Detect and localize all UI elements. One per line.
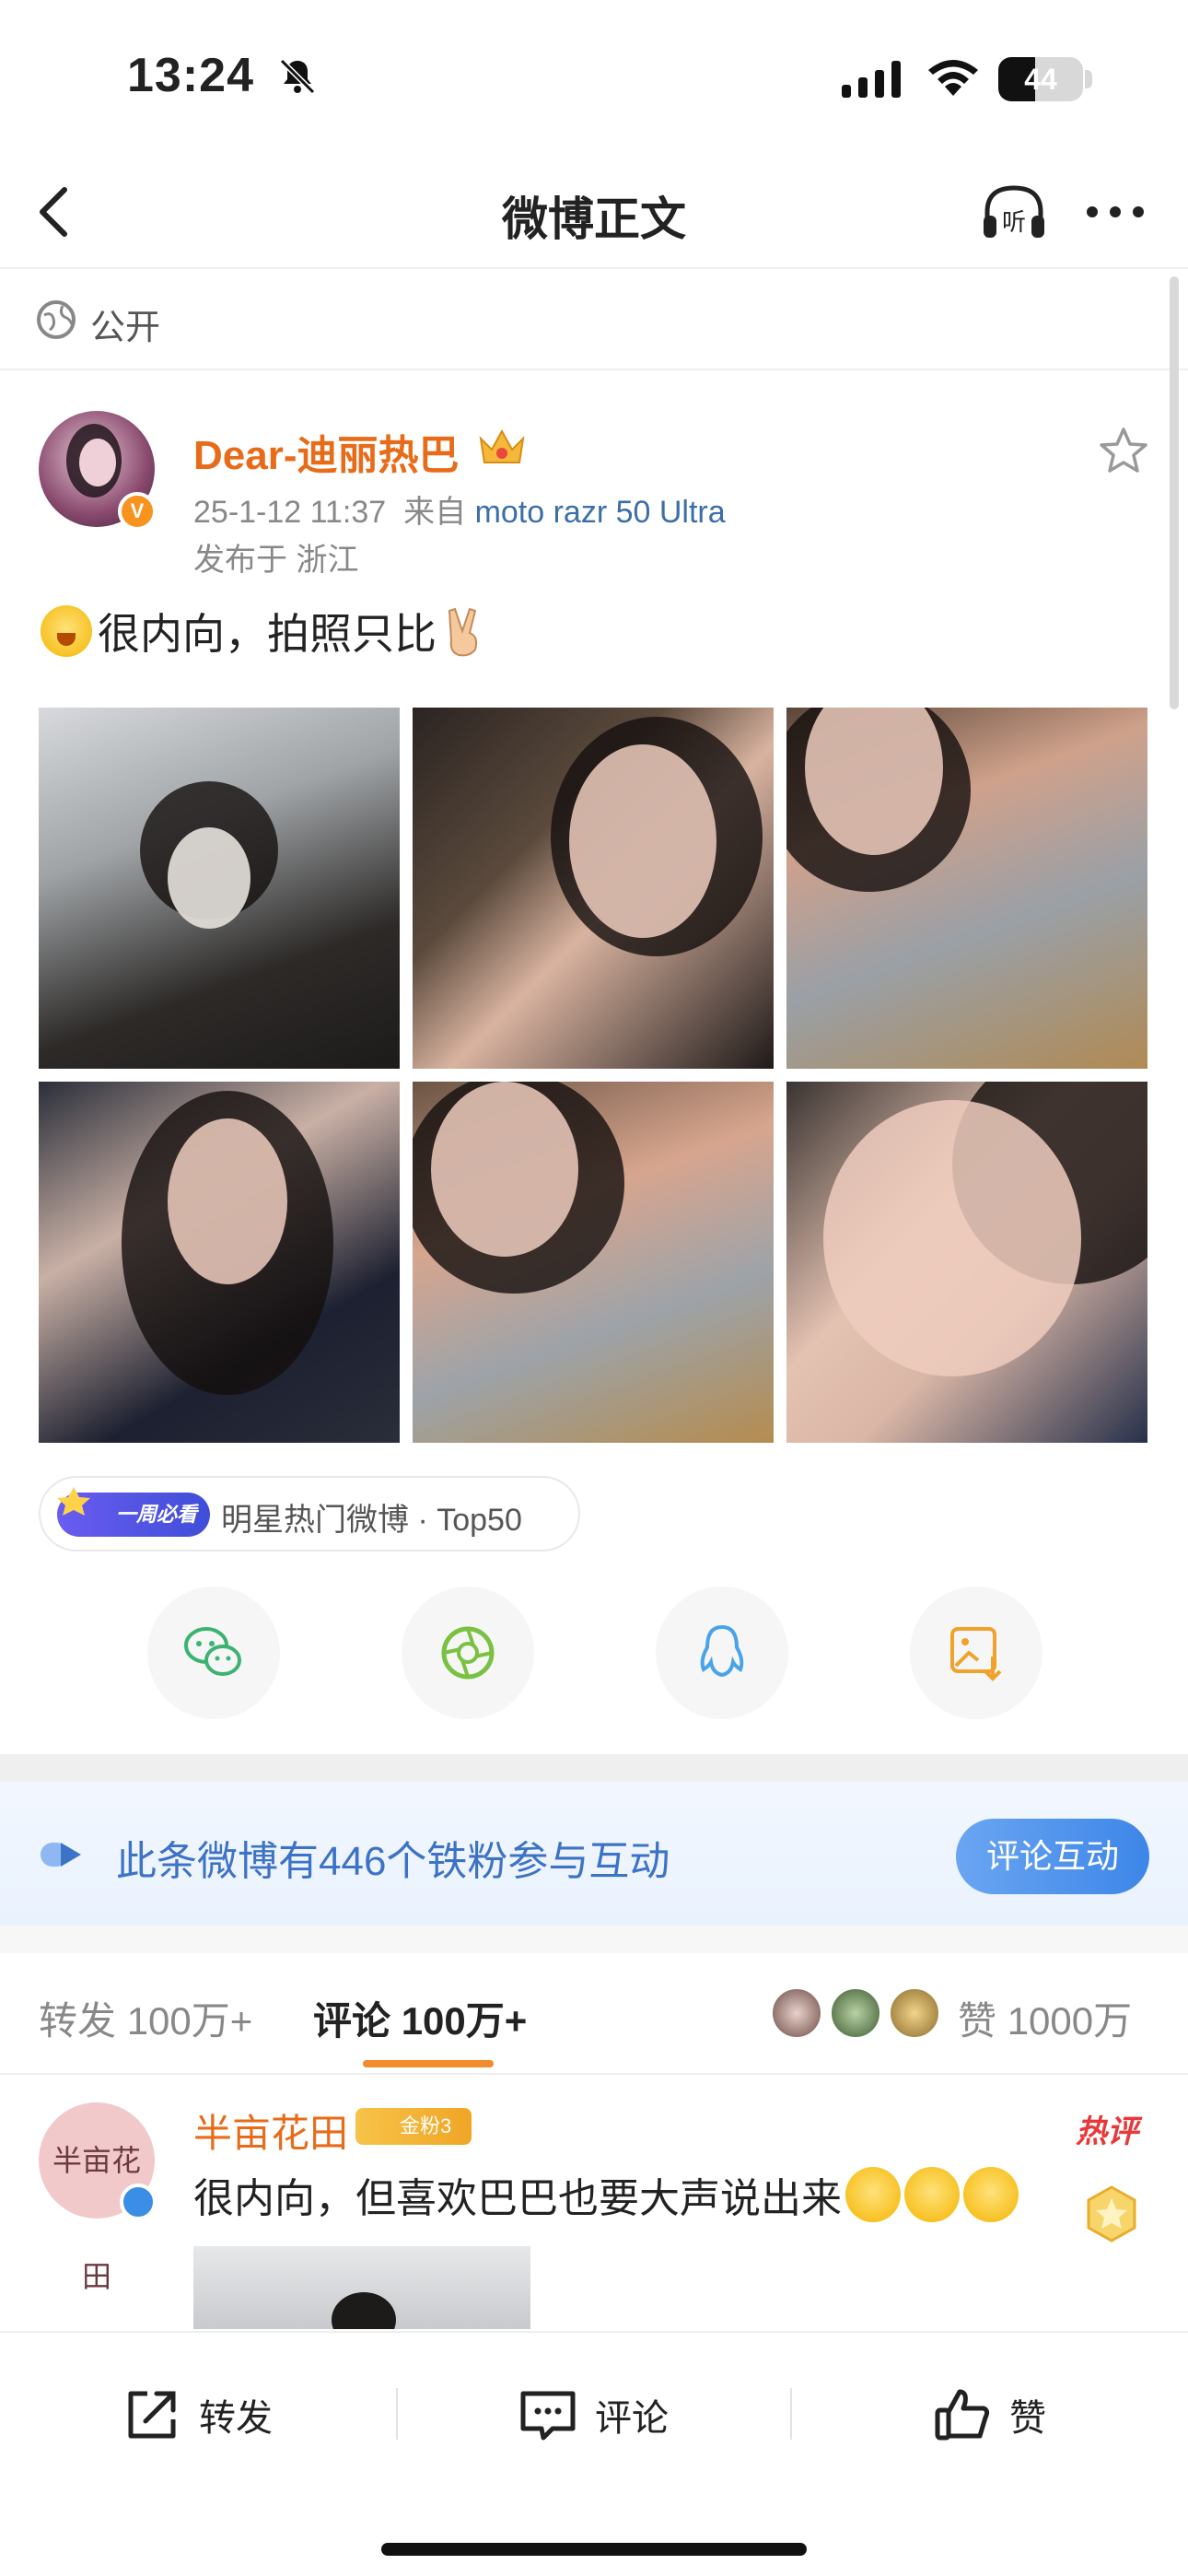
hot-ranking-pill[interactable]: 一周必看 明星热门微博 · Top50 — [39, 1476, 580, 1551]
divider — [790, 2388, 792, 2440]
engagement-tabs: 转发 100万+ 评论 100万+ 赞 1000万 — [0, 1953, 1188, 2075]
excited-face-emoji-icon — [845, 2167, 901, 2222]
verified-badge: V — [118, 492, 157, 531]
section-divider — [0, 1754, 1188, 1782]
listen-headphones-icon[interactable]: 听 — [978, 177, 1050, 247]
comment-icon — [520, 2391, 576, 2441]
liker-avatar — [829, 1986, 882, 2040]
liker-avatar — [770, 1986, 823, 2040]
section-divider-2 — [0, 1926, 1188, 1953]
wifi-icon — [928, 60, 978, 96]
hot-ranking-text: 明星热门微博 · Top50 — [221, 1503, 522, 1538]
tab-repost[interactable]: 转发 100万+ — [39, 1990, 252, 2046]
divider — [396, 2388, 398, 2440]
save-image-button[interactable] — [910, 1587, 1042, 1719]
hot-comment-tag: 热评 — [1076, 2114, 1138, 2149]
share-moments-button[interactable] — [402, 1587, 534, 1719]
repost-button[interactable]: 转发 — [120, 2381, 273, 2449]
more-options-icon[interactable] — [1083, 190, 1147, 234]
tab-repost-count: 100万+ — [126, 1999, 253, 2043]
svg-text:听: 听 — [1002, 209, 1026, 237]
commenter-verified-badge — [120, 2184, 157, 2220]
victory-hand-emoji-icon — [448, 607, 478, 657]
status-time: 13:24 — [127, 49, 254, 102]
like-label: 赞 — [1009, 2398, 1046, 2439]
repost-label: 转发 — [199, 2398, 273, 2439]
battery-percentage: 44 — [1024, 63, 1057, 96]
comment-image[interactable] — [193, 2246, 530, 2329]
globe-icon — [37, 300, 76, 339]
status-bar: 13:24 44 — [0, 0, 1188, 157]
privacy-row: 公开 — [0, 271, 1188, 370]
post-text: 很内向，拍照只比 — [41, 601, 488, 662]
post-image-2[interactable] — [413, 708, 774, 1069]
post-image-4[interactable] — [39, 1082, 400, 1443]
cellular-signal-icon — [842, 61, 901, 98]
post-image-1[interactable] — [39, 708, 400, 1069]
comment-interact-button[interactable]: 评论互动 — [956, 1819, 1149, 1894]
tab-comment-label: 评论 — [313, 1999, 391, 2043]
repost-icon — [128, 2391, 176, 2439]
privacy-label: 公开 — [90, 309, 161, 347]
active-tab-indicator — [363, 2060, 494, 2067]
tab-comment-count: 100万+ — [401, 1999, 528, 2043]
qq-icon — [700, 1624, 744, 1678]
excited-face-emoji-icon — [963, 2167, 1019, 2222]
author-name[interactable]: Dear-迪丽热巴 — [193, 422, 460, 481]
wechat-icon — [184, 1627, 241, 1676]
shy-face-emoji-icon — [41, 605, 92, 657]
battery-indicator: 44 — [998, 57, 1083, 101]
tab-like[interactable]: 赞 1000万 — [958, 1990, 1132, 2046]
bottom-action-bar: 转发 评论 赞 — [0, 2331, 1188, 2576]
like-button[interactable]: 赞 — [930, 2381, 1046, 2449]
crown-icon — [479, 428, 525, 463]
comment-button[interactable]: 评论 — [516, 2381, 669, 2449]
liker-avatars[interactable] — [770, 1986, 941, 2042]
battery-tip — [1085, 70, 1092, 88]
post-body: 很内向，拍照只比 — [98, 610, 437, 658]
post-meta: 25-1-12 11:37 来自 moto razr 50 Ultra — [193, 486, 726, 532]
medal-icon — [1087, 2185, 1136, 2242]
source-prefix: 来自 — [403, 495, 467, 530]
post-time: 25-1-12 11:37 — [193, 495, 387, 530]
save-image-icon — [950, 1627, 1002, 1681]
thumbs-up-icon — [935, 2389, 990, 2441]
share-qq-button[interactable] — [656, 1587, 788, 1719]
post-location: 发布于 浙江 — [193, 543, 359, 578]
tab-comment[interactable]: 评论 100万+ — [313, 1990, 527, 2046]
home-indicator[interactable] — [381, 2543, 807, 2556]
excited-face-emoji-icon — [904, 2167, 960, 2222]
device-link[interactable]: moto razr 50 Ultra — [475, 495, 726, 530]
nav-bar: 微博正文 听 — [0, 157, 1188, 269]
tab-like-label: 赞 — [958, 1999, 997, 2043]
iron-fans-text: 此条微博有446个铁粉参与互动 — [116, 1839, 670, 1884]
iron-fans-banner[interactable]: 此条微博有446个铁粉参与互动 评论互动 — [0, 1782, 1188, 1926]
comment-text: 很内向，但喜欢巴巴也要大声说出来 — [193, 2165, 1019, 2224]
bell-muted-icon — [279, 58, 316, 95]
liker-avatar — [888, 1986, 941, 2040]
interaction-icon — [41, 1843, 81, 1867]
scrollbar[interactable] — [1170, 276, 1179, 709]
comment-label: 评论 — [595, 2398, 669, 2439]
commenter-name[interactable]: 半亩花田 — [193, 2102, 348, 2159]
post-image-3[interactable] — [786, 708, 1147, 1069]
post-image-5[interactable] — [413, 1082, 774, 1443]
tab-repost-label: 转发 — [39, 1999, 117, 2043]
favorite-star-icon[interactable] — [1096, 424, 1151, 479]
tab-like-count: 1000万 — [1007, 1999, 1133, 2043]
fan-level-badge: 金粉3 — [355, 2108, 472, 2145]
share-wechat-button[interactable] — [147, 1587, 280, 1719]
sparkle-star-icon — [57, 1487, 90, 1516]
moments-icon — [441, 1626, 495, 1680]
image-grid — [39, 708, 1147, 1443]
comment-body: 很内向，但喜欢巴巴也要大声说出来 — [193, 2176, 842, 2221]
post-image-6[interactable] — [786, 1082, 1147, 1443]
